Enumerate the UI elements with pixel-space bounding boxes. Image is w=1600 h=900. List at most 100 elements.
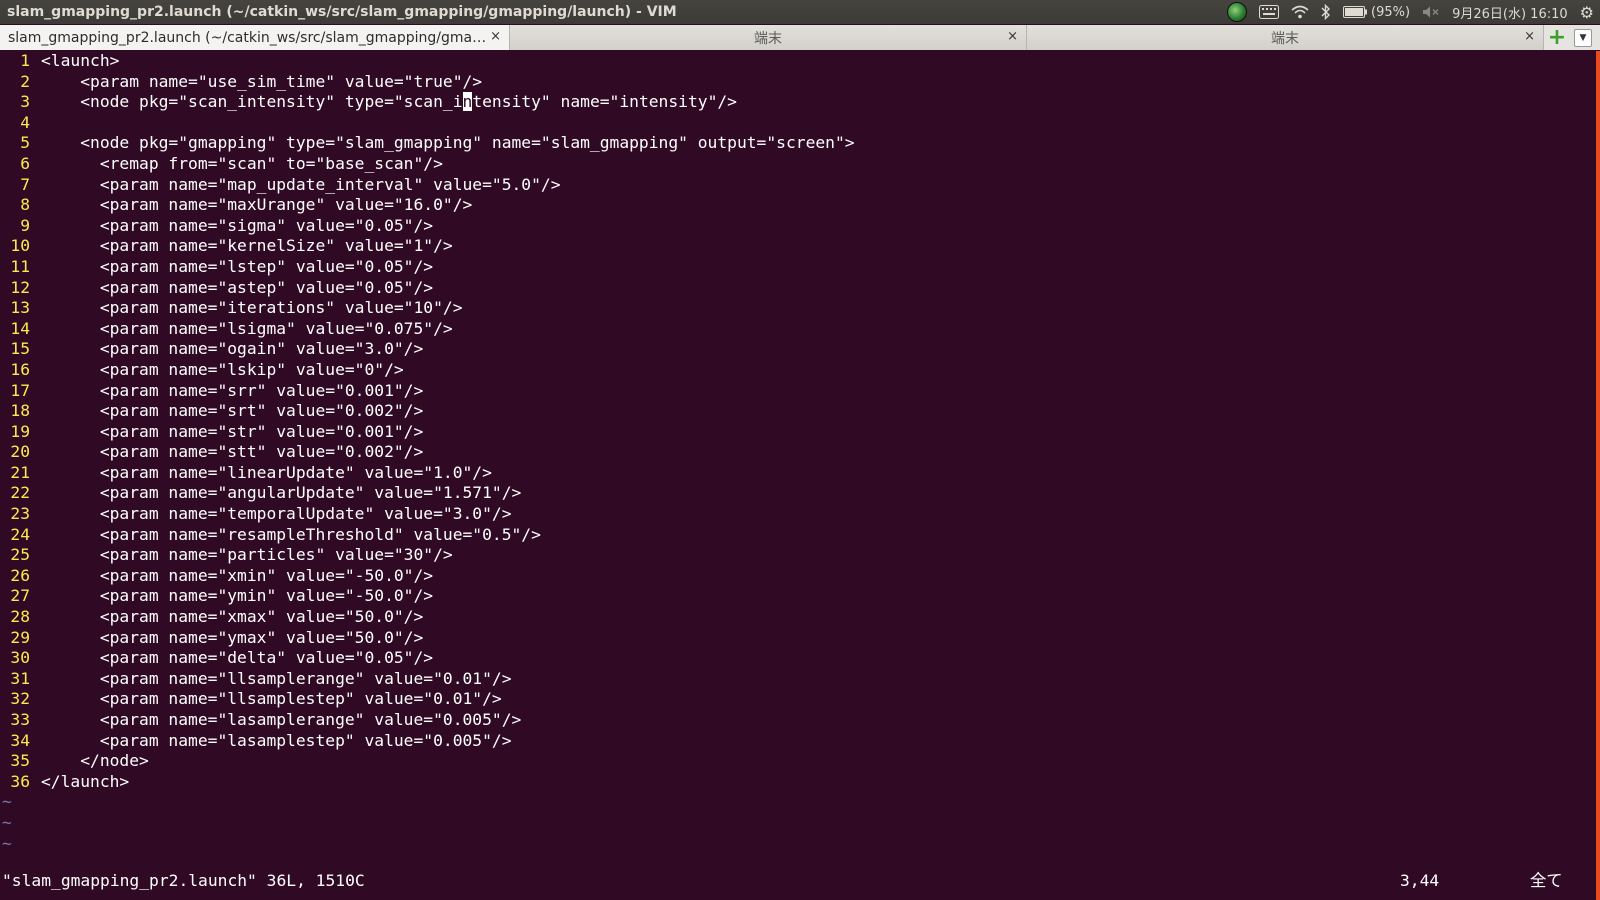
code-line[interactable]: 22 <param name="angularUpdate" value="1.… [0,483,1596,504]
empty-line-marker: ~ [2,812,12,832]
code-line[interactable]: 33 <param name="lasamplerange" value="0.… [0,710,1596,731]
code-line[interactable]: 4 [0,113,1596,134]
code-line[interactable]: 6 <remap from="scan" to="base_scan"/> [0,154,1596,175]
code-line[interactable]: 16 <param name="lskip" value="0"/> [0,360,1596,381]
line-text: <param name="angularUpdate" value="1.571… [41,483,522,503]
line-text: <launch> [41,51,120,70]
code-line[interactable]: 24 <param name="resampleThreshold" value… [0,525,1596,546]
wifi-icon[interactable] [1291,5,1309,19]
line-number: 24 [10,524,30,544]
line-number: 7 [20,174,30,194]
chevron-down-icon: ▼ [1574,28,1592,47]
code-line[interactable]: 1 <launch> [0,51,1596,72]
code-line[interactable]: 29 <param name="ymax" value="50.0"/> [0,628,1596,649]
line-text: <param name="xmax" value="50.0"/> [41,607,424,627]
line-number: 28 [10,607,30,627]
line-text: <param name="lsigma" value="0.075"/> [41,318,453,338]
line-text: <param name="delta" value="0.05"/> [41,648,434,668]
volume-muted-icon[interactable] [1422,5,1440,19]
bluetooth-icon[interactable] [1321,4,1331,20]
code-line[interactable]: 25 <param name="particles" value="30"/> [0,545,1596,566]
line-number: 1 [20,51,30,70]
indicator-area: (95%) 9月26日(水) 16:10 ⚙ [1227,0,1594,24]
tab-label: 端末 [754,30,782,47]
line-text: <param name="use_sim_time" value="true"/… [41,71,483,91]
code-line[interactable]: 28 <param name="xmax" value="50.0"/> [0,607,1596,628]
line-text: <param name="resampleThreshold" value="0… [41,524,541,544]
code-line[interactable]: 10 <param name="kernelSize" value="1"/> [0,236,1596,257]
line-number: 11 [10,256,30,276]
code-line[interactable]: 7 <param name="map_update_interval" valu… [0,175,1596,196]
code-line[interactable]: 26 <param name="xmin" value="-50.0"/> [0,566,1596,587]
gear-icon[interactable]: ⚙ [1580,3,1594,22]
tab-label: slam_gmapping_pr2.launch (~/catkin_ws/sr… [8,29,488,46]
line-number: 27 [10,586,30,606]
code-line[interactable]: 31 <param name="llsamplerange" value="0.… [0,669,1596,690]
line-number: 8 [20,195,30,215]
line-text: <param name="astep" value="0.05"/> [41,277,434,297]
line-text: <param name="ymax" value="50.0"/> [41,627,424,647]
code-line[interactable]: 9 <param name="sigma" value="0.05"/> [0,216,1596,237]
line-number: 16 [10,359,30,379]
code-line[interactable]: 17 <param name="srr" value="0.001"/> [0,381,1596,402]
code-line[interactable]: 19 <param name="str" value="0.001"/> [0,422,1596,443]
code-line[interactable]: 14 <param name="lsigma" value="0.075"/> [0,319,1596,340]
line-number: 6 [20,153,30,173]
line-text: <param name="sigma" value="0.05"/> [41,215,434,235]
close-icon[interactable]: × [490,29,501,44]
line-text: <param name="str" value="0.001"/> [41,421,424,441]
datetime[interactable]: 9月26日(水) 16:10 [1452,3,1568,22]
code-line[interactable]: 36 </launch> [0,772,1596,793]
globe-icon[interactable] [1227,2,1248,22]
scroll-position: 全て [1530,871,1563,890]
code-line[interactable]: 12 <param name="astep" value="0.05"/> [0,278,1596,299]
close-icon[interactable]: × [1524,29,1535,44]
code-line[interactable]: 23 <param name="temporalUpdate" value="3… [0,504,1596,525]
code-line[interactable]: 21 <param name="linearUpdate" value="1.0… [0,463,1596,484]
line-number: 13 [10,298,30,318]
code-line[interactable]: 34 <param name="lasamplestep" value="0.0… [0,731,1596,752]
vim-editor[interactable]: 1 <launch> 2 <param name="use_sim_time" va… [0,51,1596,871]
line-number: 14 [10,318,30,338]
line-text: <param name="temporalUpdate" value="3.0"… [41,504,512,524]
code-line[interactable]: 27 <param name="ymin" value="-50.0"/> [0,586,1596,607]
code-line[interactable]: 30 <param name="delta" value="0.05"/> [0,648,1596,669]
line-number: 29 [10,627,30,647]
code-line[interactable]: 32 <param name="llsamplestep" value="0.0… [0,689,1596,710]
line-number: 26 [10,565,30,585]
code-line[interactable]: 13 <param name="iterations" value="10"/> [0,298,1596,319]
code-line[interactable]: 8 <param name="maxUrange" value="16.0"/> [0,195,1596,216]
close-icon[interactable]: × [1007,29,1018,44]
battery-indicator[interactable]: (95%) [1343,5,1410,20]
line-number: 10 [10,236,30,256]
top-panel: slam_gmapping_pr2.launch (~/catkin_ws/sr… [0,0,1600,24]
vim-command-line: "slam_gmapping_pr2.launch" 36L, 1510C 3,… [0,870,1596,892]
scrollbar[interactable] [1596,51,1600,900]
tab-bar: slam_gmapping_pr2.launch (~/catkin_ws/sr… [0,25,1600,50]
code-line[interactable]: 15 <param name="ogain" value="3.0"/> [0,339,1596,360]
empty-line-marker: ~ [2,792,12,812]
line-number: 35 [10,751,30,771]
code-line[interactable]: 2 <param name="use_sim_time" value="true… [0,72,1596,93]
window-title: slam_gmapping_pr2.launch (~/catkin_ws/sr… [7,4,677,20]
code-line[interactable]: 11 <param name="lstep" value="0.05"/> [0,257,1596,278]
line-text: <param name="kernelSize" value="1"/> [41,236,453,256]
cursor-position: 3,44 [1400,871,1440,890]
code-line[interactable]: 35 </node> [0,751,1596,772]
code-line[interactable]: 20 <param name="stt" value="0.002"/> [0,442,1596,463]
code-line[interactable]: 5 <node pkg="gmapping" type="slam_gmappi… [0,133,1596,154]
tab-vim[interactable]: slam_gmapping_pr2.launch (~/catkin_ws/sr… [0,25,510,50]
new-tab-button[interactable]: + [1544,25,1570,50]
line-number: 33 [10,710,30,729]
tab-terminal-2[interactable]: 端末 × [1027,25,1544,50]
line-text: <param name="particles" value="30"/> [41,545,453,565]
line-number: 31 [10,668,30,688]
tab-terminal-1[interactable]: 端末 × [510,25,1027,50]
line-number: 23 [10,504,30,524]
code-line[interactable]: 3 <node pkg="scan_intensity" type="scan_… [0,92,1596,113]
tab-menu-button[interactable]: ▼ [1570,25,1596,50]
code-line[interactable]: 18 <param name="srt" value="0.002"/> [0,401,1596,422]
line-text: <param name="stt" value="0.002"/> [41,442,424,462]
line-text: <param name="lasamplestep" value="0.005"… [41,730,512,750]
keyboard-icon[interactable] [1259,5,1280,19]
